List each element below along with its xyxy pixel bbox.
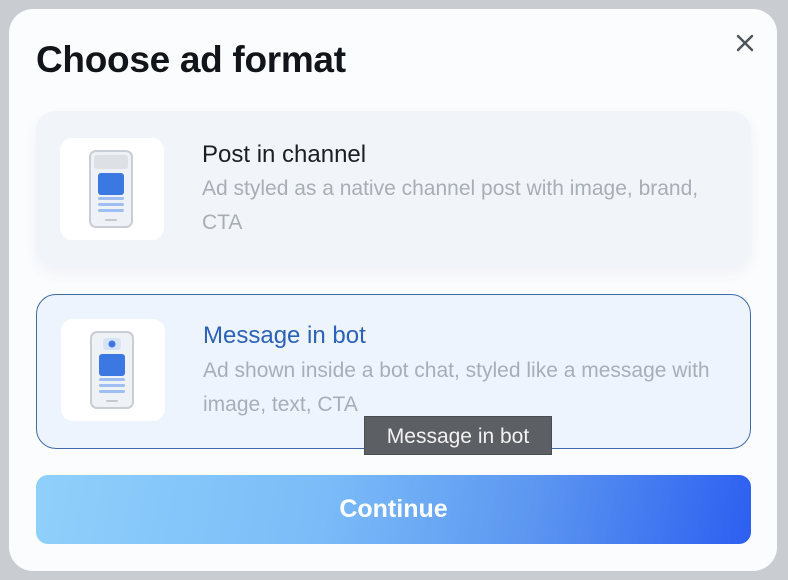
close-icon [736,34,754,52]
continue-button[interactable]: Continue [36,475,751,544]
phone-post-icon [89,150,133,228]
option-title: Post in channel [202,141,367,168]
option-title: Message in bot [203,322,366,349]
option-description: Ad shown inside a bot chat, styled like … [203,359,710,416]
option-thumbnail [61,319,165,421]
option-description: Ad styled as a native channel post with … [202,177,699,234]
ad-format-modal: Choose ad format Post in channel Ad styl… [9,9,777,571]
phone-bot-icon [90,331,134,409]
option-post-in-channel[interactable]: Post in channel Ad styled as a native ch… [36,111,751,267]
tooltip: Message in bot [364,416,552,455]
option-thumbnail [60,138,164,240]
close-button[interactable] [731,29,759,57]
modal-title: Choose ad format [36,39,346,80]
